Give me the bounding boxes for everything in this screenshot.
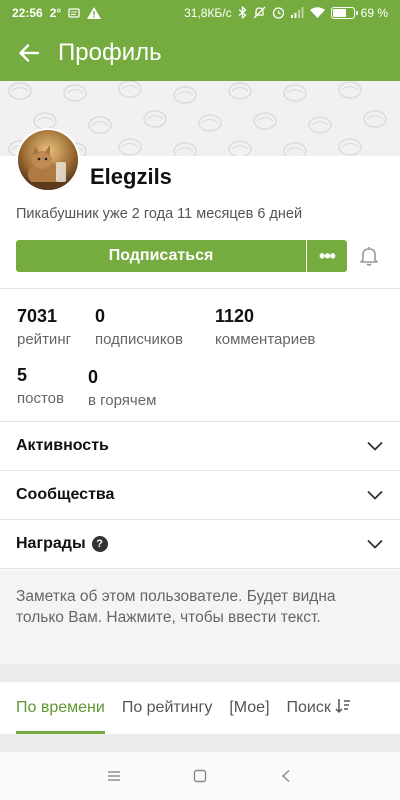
more-options-button[interactable]: •••	[307, 240, 347, 272]
tab-by-rating[interactable]: По рейтингу	[122, 682, 213, 734]
home-square-icon	[193, 769, 207, 783]
battery-fill	[332, 8, 347, 17]
tab-mine[interactable]: [Мое]	[229, 682, 269, 734]
stat-value: 5	[17, 365, 28, 385]
mute-bell-icon	[253, 6, 266, 19]
section-label: Активность	[16, 437, 109, 454]
menu-icon	[108, 771, 120, 781]
nav-home-button[interactable]	[188, 764, 212, 788]
posts-tabs: По времени По рейтингу [Мое] Поиск	[0, 682, 400, 734]
subscribe-row: Подписаться •••	[16, 240, 347, 272]
stat-value: 0	[88, 367, 99, 387]
user-note-field[interactable]: Заметка об этом пользователе. Будет видн…	[0, 570, 400, 664]
cover-pattern-shape	[63, 84, 87, 102]
stat-value: 0	[95, 306, 106, 326]
cover-pattern-shape	[228, 140, 252, 156]
divider	[0, 288, 400, 289]
cover-pattern-shape	[253, 112, 277, 130]
back-arrow-icon	[19, 44, 39, 62]
nav-back-button[interactable]	[274, 764, 298, 788]
chevron-down-icon	[366, 535, 384, 553]
cover-pattern-shape	[33, 112, 57, 130]
member-since: Пикабушник уже 2 года 11 месяцев 6 дней	[16, 206, 303, 222]
cover-pattern-shape	[228, 82, 252, 100]
section-label: Сообщества	[16, 486, 115, 503]
status-bar: 22:56 2° 31,8КБ/с 69 %	[0, 0, 400, 25]
section-gap	[0, 664, 400, 682]
wifi-icon	[309, 7, 325, 18]
stat-label: комментариев	[215, 331, 316, 348]
avatar[interactable]	[16, 128, 80, 192]
back-button[interactable]	[14, 38, 44, 68]
stat-label: в горячем	[88, 392, 157, 409]
message-icon	[68, 7, 80, 18]
bell-icon	[360, 247, 378, 266]
cover-pattern-shape	[8, 82, 32, 100]
stat-posts[interactable]: 5 постов	[17, 365, 64, 407]
signal-icon	[290, 7, 304, 18]
app-bar: Профиль	[0, 25, 400, 81]
stat-subscribers[interactable]: 0 подписчиков	[95, 306, 183, 348]
section-activity[interactable]: Активность	[0, 422, 400, 471]
stat-label: постов	[17, 390, 64, 407]
status-speed: 31,8КБ/с	[184, 5, 232, 20]
cover-pattern-shape	[338, 81, 362, 99]
help-icon[interactable]: ?	[91, 536, 108, 552]
stat-value: 1120	[215, 306, 255, 326]
status-temperature: 2°	[49, 5, 62, 20]
cover-pattern-shape	[338, 138, 362, 156]
cover-pattern-shape	[198, 114, 222, 132]
status-battery-text: 69 %	[360, 5, 388, 20]
cover-pattern-shape	[363, 110, 387, 128]
status-time: 22:56	[12, 5, 43, 20]
stat-label: рейтинг	[17, 331, 72, 348]
avatar-image	[18, 130, 78, 190]
cover-pattern-shape	[88, 116, 112, 134]
cover-pattern-shape	[283, 142, 307, 156]
warning-icon	[87, 6, 102, 19]
alarm-icon	[272, 6, 285, 19]
nav-menu-button[interactable]	[102, 764, 126, 788]
cover-pattern-shape	[173, 86, 197, 104]
system-nav-bar	[0, 752, 400, 800]
cover-pattern-shape	[118, 81, 142, 98]
status-left: 22:56 2°	[12, 5, 102, 20]
sort-icon	[335, 698, 351, 719]
section-label: Награды	[16, 535, 86, 552]
status-right: 31,8КБ/с 69 %	[184, 6, 388, 20]
stat-comments[interactable]: 1120 комментариев	[215, 306, 315, 348]
section-awards[interactable]: Награды ?	[0, 520, 400, 569]
username: Elegzils	[90, 164, 172, 189]
cover-pattern-shape	[283, 84, 307, 102]
cover-pattern-shape	[173, 142, 197, 156]
cover-pattern-shape	[308, 116, 332, 134]
section-communities[interactable]: Сообщества	[0, 471, 400, 520]
chevron-down-icon	[366, 437, 384, 455]
stat-hot[interactable]: 0 в горячем	[88, 367, 156, 409]
bluetooth-icon	[238, 6, 247, 19]
page-title: Профиль	[58, 39, 162, 66]
tab-search[interactable]: Поиск	[287, 682, 351, 734]
subscribe-button[interactable]: Подписаться	[16, 240, 306, 272]
section-gap	[0, 734, 400, 752]
cover-pattern-shape	[118, 138, 142, 156]
tab-by-time[interactable]: По времени	[16, 682, 105, 734]
notification-bell-button[interactable]	[358, 245, 380, 267]
tab-search-label: Поиск	[286, 699, 331, 716]
stat-label: подписчиков	[95, 331, 183, 348]
back-triangle-icon	[281, 769, 290, 783]
chevron-down-icon	[366, 486, 384, 504]
cover-pattern-shape	[143, 110, 167, 128]
battery-icon	[330, 6, 358, 19]
stat-value: 7031	[17, 306, 58, 326]
stat-rating: 7031 рейтинг	[17, 306, 71, 348]
